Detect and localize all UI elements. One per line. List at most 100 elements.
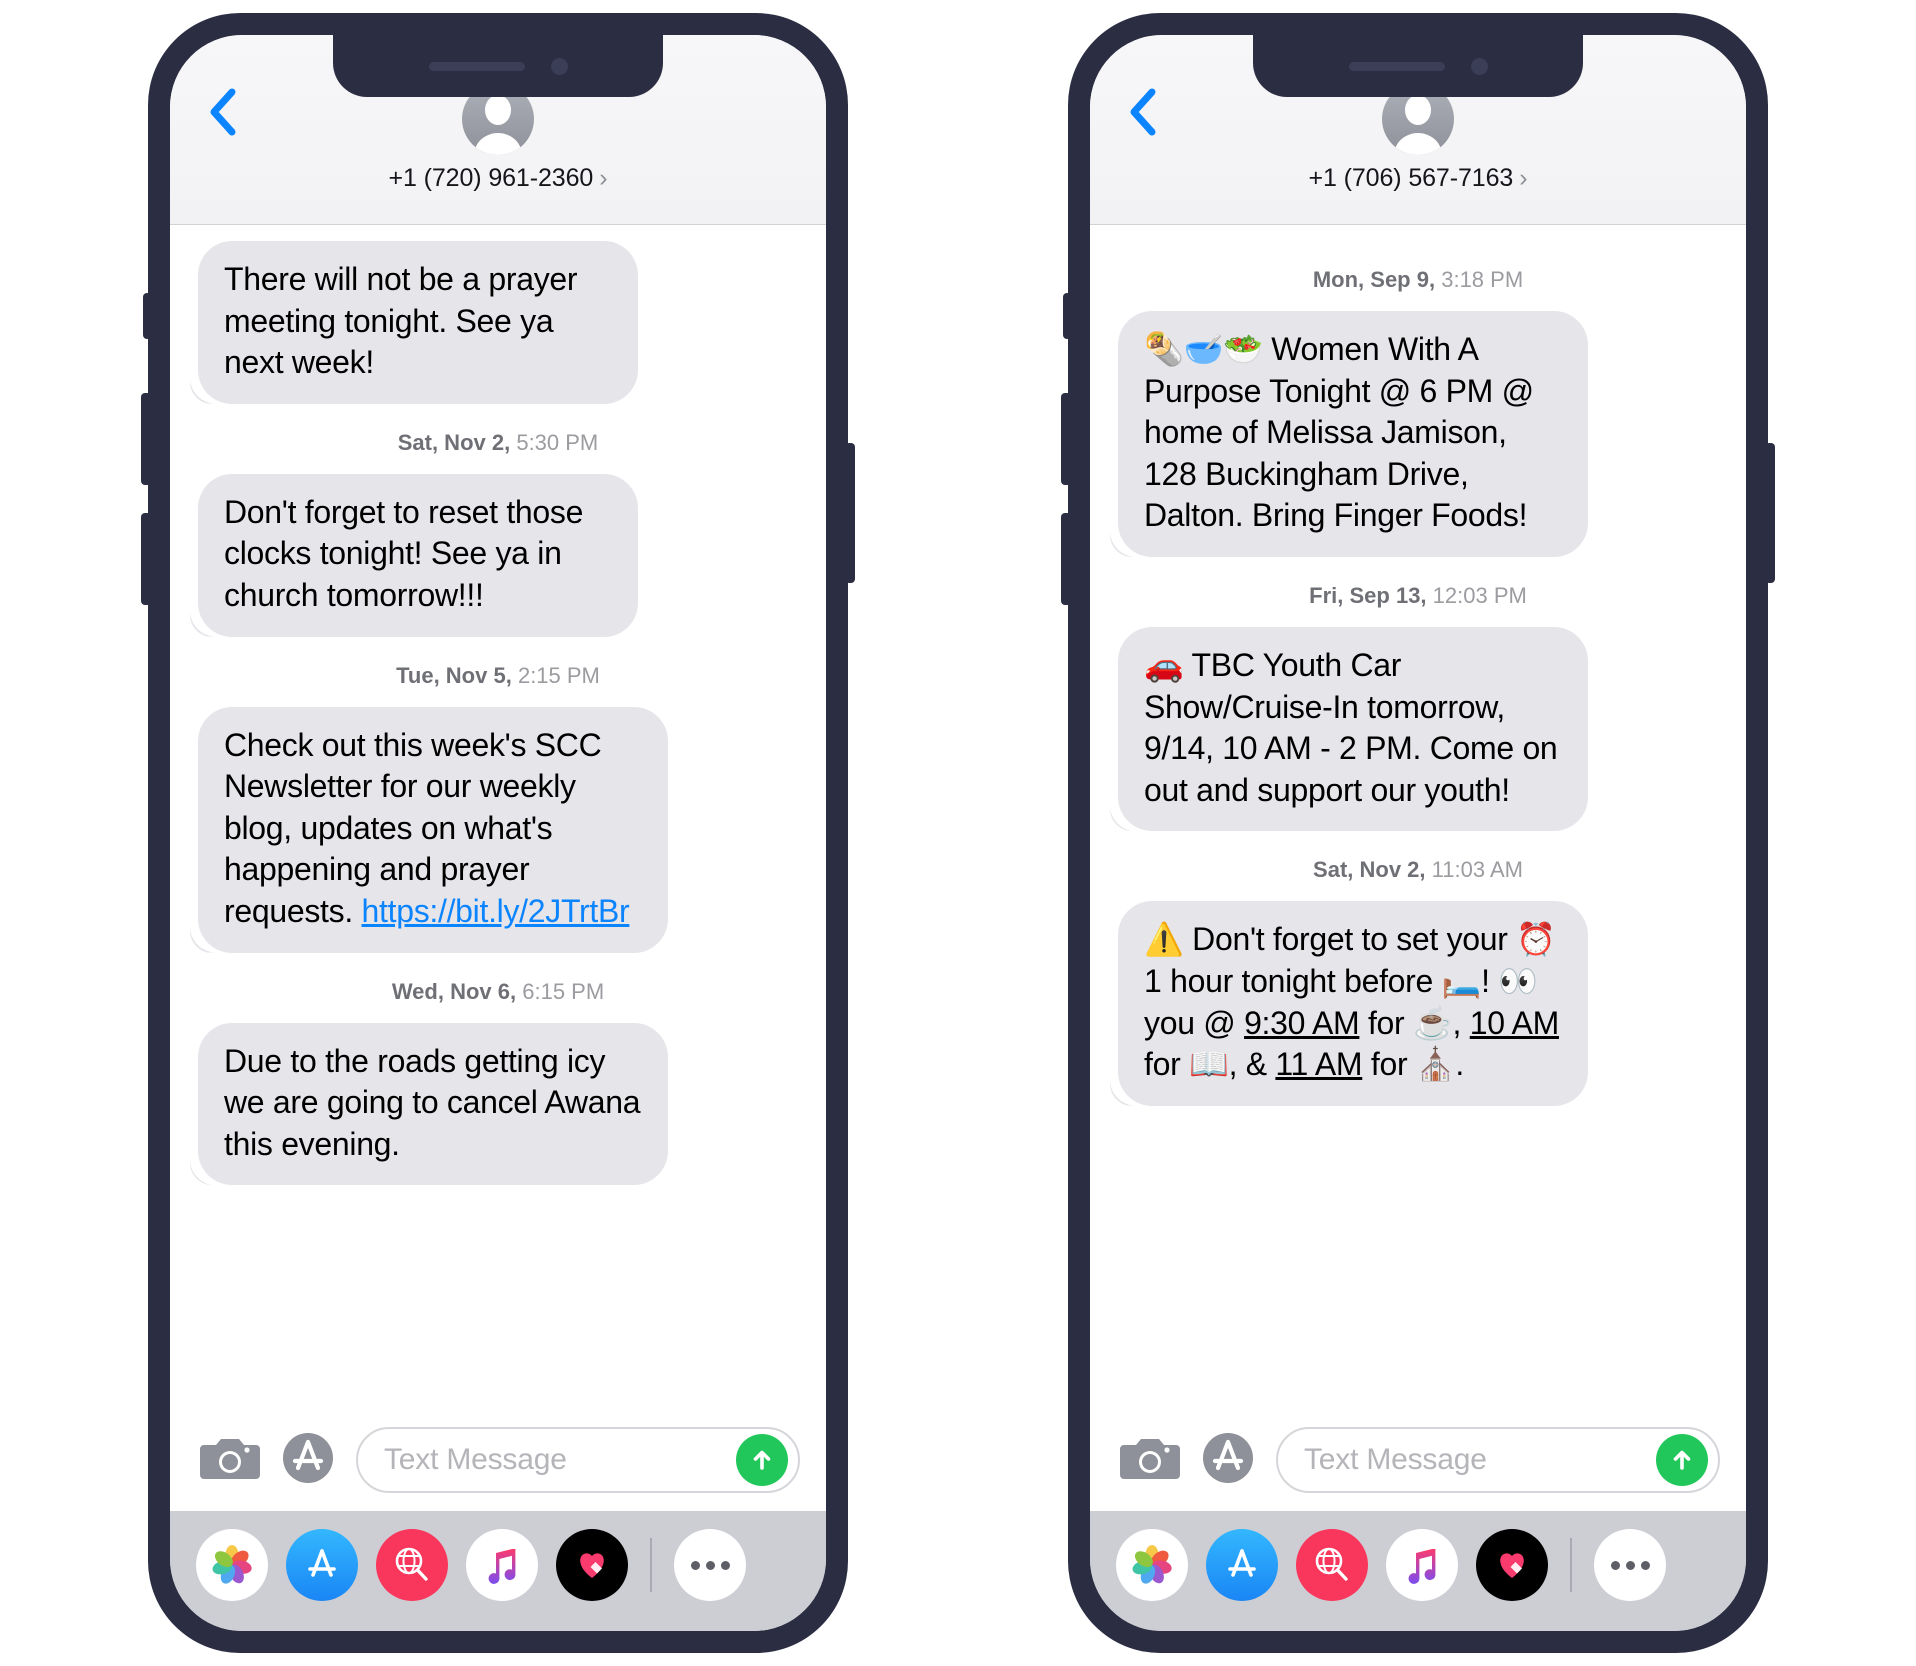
earpiece-speaker xyxy=(428,61,525,71)
contact-info-right[interactable]: +1 (706) 567-7163 › xyxy=(1308,83,1528,193)
volume-down-button[interactable] xyxy=(141,513,151,605)
avatar-head xyxy=(484,95,511,125)
contact-info-left[interactable]: +1 (720) 961-2360 › xyxy=(388,83,608,193)
volume-up-button[interactable] xyxy=(1061,393,1071,485)
timestamp-divider: Mon, Sep 9, 3:18 PM xyxy=(1118,267,1718,293)
device-notch xyxy=(1253,35,1583,97)
screenshot-stage: +1 (720) 961-2360 › There will not be a … xyxy=(0,0,1916,1666)
contact-name-row: +1 (720) 961-2360 › xyxy=(388,164,607,193)
music-app-icon[interactable] xyxy=(466,1529,538,1601)
message-bubble-with-times[interactable]: ⚠️ Don't forget to set your ⏰ 1 hour ton… xyxy=(1118,901,1588,1106)
avatar-body xyxy=(473,133,522,155)
mute-switch[interactable] xyxy=(1063,293,1071,339)
more-app-icon[interactable] xyxy=(1594,1529,1666,1601)
app-store-icon[interactable] xyxy=(1200,1430,1256,1491)
message-thread-left[interactable]: There will not be a prayer meeting tonig… xyxy=(170,225,826,1413)
mute-switch[interactable] xyxy=(143,293,151,339)
send-button[interactable] xyxy=(1656,1434,1708,1486)
back-icon[interactable] xyxy=(1128,87,1158,136)
images-app-icon[interactable] xyxy=(1296,1529,1368,1601)
dot xyxy=(705,1560,715,1570)
images-app-icon[interactable] xyxy=(376,1529,448,1601)
message-bubble[interactable]: There will not be a prayer meeting tonig… xyxy=(198,241,638,404)
tray-divider xyxy=(650,1538,652,1592)
dot xyxy=(1610,1560,1620,1570)
timestamp-time: 2:15 PM xyxy=(517,662,600,688)
message-bubble[interactable]: 🌯🥣🥗 Women With A Purpose Tonight @ 6 PM … xyxy=(1118,311,1588,557)
text-message-placeholder: Text Message xyxy=(1304,1443,1487,1476)
time-link-2[interactable]: 10 AM xyxy=(1470,1005,1560,1041)
message-bubble[interactable]: Don't forget to reset those clocks tonig… xyxy=(198,473,638,637)
device-notch xyxy=(333,35,663,97)
power-button[interactable] xyxy=(845,443,855,583)
send-button[interactable] xyxy=(736,1434,788,1486)
contact-phone-number: +1 (706) 567-7163 xyxy=(1308,164,1514,192)
message-link[interactable]: https://bit.ly/2JTrtBr xyxy=(362,893,630,929)
timestamp-date: Mon, Sep 9, xyxy=(1312,267,1436,292)
compose-bar-right: Text Message xyxy=(1090,1413,1746,1511)
timestamp-date: Sat, Nov 2, xyxy=(397,429,511,455)
avatar-body xyxy=(1393,133,1442,155)
message-text-mid1: for ☕, xyxy=(1359,1004,1470,1041)
photos-app-icon[interactable] xyxy=(1116,1529,1188,1601)
dot xyxy=(1640,1560,1650,1570)
message-bubble-with-link[interactable]: Check out this week's SCC Newsletter for… xyxy=(198,706,668,953)
message-bubble[interactable]: 🚗 TBC Youth Car Show/Cruise-In tomorrow,… xyxy=(1118,626,1588,832)
camera-icon[interactable] xyxy=(200,1433,260,1488)
timestamp-divider: Sat, Nov 2, 11:03 AM xyxy=(1118,857,1718,883)
camera-icon[interactable] xyxy=(1120,1433,1180,1488)
message-thread-right[interactable]: Mon, Sep 9, 3:18 PM 🌯🥣🥗 Women With A Pur… xyxy=(1090,225,1746,1413)
text-message-input[interactable]: Text Message xyxy=(1276,1427,1720,1493)
phone-device-left: +1 (720) 961-2360 › There will not be a … xyxy=(141,13,855,1653)
chevron-right-icon[interactable]: › xyxy=(1519,166,1527,191)
timestamp-date: Wed, Nov 6, xyxy=(391,978,517,1004)
timestamp-time: 5:30 PM xyxy=(516,429,599,455)
timestamp-divider: Wed, Nov 6, 6:15 PM xyxy=(198,979,798,1005)
digital-touch-app-icon[interactable] xyxy=(1476,1529,1548,1601)
time-link-1[interactable]: 9:30 AM xyxy=(1244,1005,1360,1041)
text-message-placeholder: Text Message xyxy=(384,1443,567,1476)
message-row: 🌯🥣🥗 Women With A Purpose Tonight @ 6 PM … xyxy=(1118,311,1718,557)
app-store-icon[interactable] xyxy=(280,1430,336,1491)
contact-name-row: +1 (706) 567-7163 › xyxy=(1308,164,1527,193)
message-row: Due to the roads getting icy we are goin… xyxy=(198,1022,798,1186)
phone-device-right: +1 (706) 567-7163 › Mon, Sep 9, 3:18 PM … xyxy=(1061,13,1775,1653)
timestamp-divider: Fri, Sep 13, 12:03 PM xyxy=(1118,583,1718,609)
phone-screen-right: +1 (706) 567-7163 › Mon, Sep 9, 3:18 PM … xyxy=(1090,35,1746,1631)
volume-down-button[interactable] xyxy=(1061,513,1071,605)
time-link-3[interactable]: 11 AM xyxy=(1275,1046,1362,1082)
message-text-suffix: for ⛪. xyxy=(1362,1046,1465,1083)
back-icon[interactable] xyxy=(208,87,238,136)
volume-up-button[interactable] xyxy=(141,393,151,485)
timestamp-time: 3:18 PM xyxy=(1441,267,1524,292)
text-message-input[interactable]: Text Message xyxy=(356,1427,800,1493)
message-text-mid2: for 📖, & xyxy=(1144,1046,1276,1083)
app-store-app-icon[interactable] xyxy=(1206,1529,1278,1601)
timestamp-date: Sat, Nov 2, xyxy=(1313,857,1426,883)
music-app-icon[interactable] xyxy=(1386,1529,1458,1601)
dot xyxy=(1625,1560,1635,1570)
app-tray-right xyxy=(1090,1511,1746,1631)
avatar-head xyxy=(1404,95,1431,125)
message-row: Check out this week's SCC Newsletter for… xyxy=(198,706,798,953)
timestamp-date: Tue, Nov 5, xyxy=(396,662,512,688)
timestamp-divider: Tue, Nov 5, 2:15 PM xyxy=(198,663,798,689)
message-row: 🚗 TBC Youth Car Show/Cruise-In tomorrow,… xyxy=(1118,626,1718,832)
message-row: ⚠️ Don't forget to set your ⏰ 1 hour ton… xyxy=(1118,901,1718,1106)
front-camera xyxy=(550,57,568,75)
app-store-app-icon[interactable] xyxy=(286,1529,358,1601)
message-bubble[interactable]: Due to the roads getting icy we are goin… xyxy=(198,1022,668,1186)
dot xyxy=(690,1560,700,1570)
message-row: There will not be a prayer meeting tonig… xyxy=(198,241,798,404)
dot xyxy=(720,1560,730,1570)
timestamp-time: 6:15 PM xyxy=(522,978,605,1004)
contact-phone-number: +1 (720) 961-2360 xyxy=(388,164,594,192)
more-app-icon[interactable] xyxy=(674,1529,746,1601)
app-tray-left xyxy=(170,1511,826,1631)
chevron-right-icon[interactable]: › xyxy=(599,166,607,191)
timestamp-date: Fri, Sep 13, xyxy=(1309,582,1427,608)
power-button[interactable] xyxy=(1765,443,1775,583)
digital-touch-app-icon[interactable] xyxy=(556,1529,628,1601)
photos-app-icon[interactable] xyxy=(196,1529,268,1601)
timestamp-divider: Sat, Nov 2, 5:30 PM xyxy=(198,430,798,456)
